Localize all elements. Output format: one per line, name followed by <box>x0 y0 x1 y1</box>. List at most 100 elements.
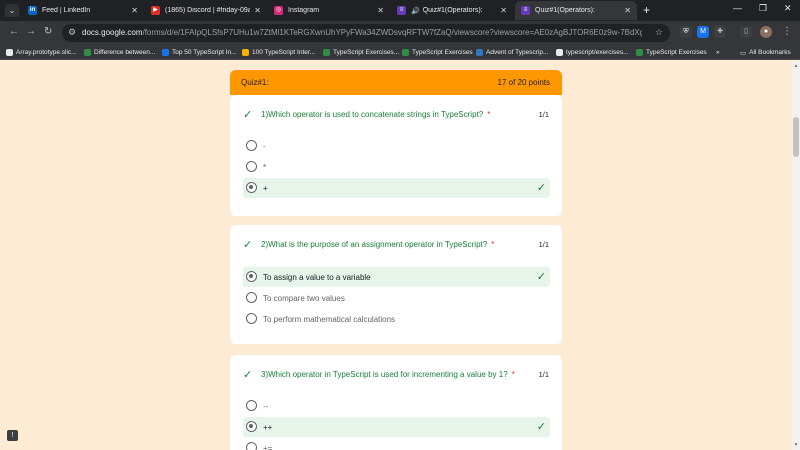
bookmark-item[interactable]: TypeScript Exercises <box>636 47 707 58</box>
url-path: /forms/d/e/1FAIpQLSfsP7UHu1w7ZtMl1KTeRGX… <box>142 28 642 37</box>
radio-button-selected[interactable] <box>246 421 257 432</box>
radio-button-selected[interactable] <box>246 182 257 193</box>
toolbar: ← → ↻ ⚙ docs.google.com/forms/d/e/1FAIpQ… <box>0 21 800 45</box>
tab-title: Instagram <box>288 7 320 14</box>
check-icon: ✓ <box>536 271 546 283</box>
audio-icon[interactable]: 🔊 <box>411 7 420 15</box>
option-row[interactable]: * <box>243 157 550 177</box>
check-icon: ✓ <box>536 182 546 194</box>
more-menu-icon[interactable]: ⋮ <box>782 26 792 37</box>
radio-button[interactable] <box>246 400 257 411</box>
forward-icon[interactable]: → <box>26 26 36 37</box>
close-icon[interactable]: ✕ <box>624 6 631 15</box>
option-row[interactable]: - <box>243 136 550 156</box>
question-label: 1)Which operator is used to concatenate … <box>261 110 484 119</box>
bookmark-favicon-icon <box>476 49 483 56</box>
bookmark-item[interactable]: TypeScript Exercises <box>402 47 473 58</box>
tab-quiz-active[interactable]: ≡ Quiz#1(Operators): ✕ <box>515 1 637 20</box>
extension-shield-icon[interactable]: ⛨ <box>680 26 692 38</box>
radio-button-selected[interactable] <box>246 271 257 282</box>
close-icon[interactable]: ✕ <box>254 6 261 15</box>
required-asterisk: * <box>487 110 491 119</box>
option-label: To assign a value to a variable <box>263 273 371 282</box>
bookmark-item[interactable]: Top 50 TypeScript In... <box>162 47 237 58</box>
forms-icon: ≡ <box>397 6 406 15</box>
tab-search-icon[interactable]: ⌄ <box>5 4 19 17</box>
bookmark-item[interactable]: typescript/exercises... <box>556 47 629 58</box>
bookmark-favicon-icon <box>402 49 409 56</box>
option-label: += <box>263 444 273 450</box>
question-header: ✓ 3)Which operator in TypeScript is used… <box>243 369 551 382</box>
bookmark-item[interactable]: Array.prototype.slic... <box>6 47 77 58</box>
discord-icon: ▶ <box>151 6 160 15</box>
url-host: docs.google.com <box>82 28 143 37</box>
close-icon[interactable]: ✕ <box>131 6 138 15</box>
question-points: 1/1 <box>538 370 549 379</box>
check-icon: ✓ <box>243 109 253 121</box>
check-icon: ✓ <box>536 421 546 433</box>
restore-icon[interactable]: ❐ <box>759 3 767 14</box>
address-bar[interactable]: ⚙ docs.google.com/forms/d/e/1FAIpQLSfsP7… <box>62 24 670 42</box>
tab-title: Quiz#1(Operators): <box>535 7 595 14</box>
page-scrollbar[interactable]: ▲ ▼ <box>792 61 800 450</box>
option-row[interactable]: To perform mathematical calculations <box>243 309 550 329</box>
option-row-correct[interactable]: + ✓ <box>243 178 550 198</box>
all-bookmarks[interactable]: ▭ All Bookmarks <box>740 47 791 58</box>
tab-linkedin[interactable]: in Feed | LinkedIn ✕ <box>22 1 144 20</box>
profile-avatar[interactable]: ● <box>760 26 772 38</box>
reload-icon[interactable]: ↻ <box>44 26 52 37</box>
new-tab-button[interactable]: + <box>643 3 650 17</box>
radio-button[interactable] <box>246 140 257 151</box>
bookmark-item[interactable]: 100 TypeScript Inter... <box>242 47 315 58</box>
tab-discord[interactable]: ▶ (1865) Discord | #friday-09am | ✕ <box>145 1 267 20</box>
radio-button[interactable] <box>246 442 257 450</box>
question-text: 1)Which operator is used to concatenate … <box>261 110 490 119</box>
side-panel-icon[interactable]: ▯ <box>740 26 752 38</box>
bookmark-favicon-icon <box>162 49 169 56</box>
close-icon[interactable]: ✕ <box>377 6 384 15</box>
option-row[interactable]: To compare two values <box>243 288 550 308</box>
scroll-down-icon[interactable]: ▼ <box>792 442 800 448</box>
close-icon[interactable]: ✕ <box>500 6 507 15</box>
window-close-icon[interactable]: ✕ <box>784 3 792 14</box>
question-card: ✓ 2)What is the purpose of an assignment… <box>230 225 562 344</box>
option-row-correct[interactable]: To assign a value to a variable ✓ <box>243 267 550 287</box>
report-feedback-icon[interactable]: ! <box>7 430 18 441</box>
tab-quiz-1[interactable]: ≡ 🔊 Quiz#1(Operators): ✕ <box>391 1 513 20</box>
option-label: -- <box>263 402 269 411</box>
required-asterisk: * <box>511 370 515 379</box>
bookmark-favicon-icon <box>323 49 330 56</box>
bookmark-item[interactable]: TypeScript Exercises... <box>323 47 399 58</box>
extension-m-icon[interactable]: M <box>697 26 709 38</box>
question-points: 1/1 <box>538 240 549 249</box>
scroll-up-icon[interactable]: ▲ <box>792 63 800 69</box>
url-text[interactable]: docs.google.com/forms/d/e/1FAIpQLSfsP7UH… <box>82 28 642 37</box>
quiz-score: 17 of 20 points <box>497 78 550 87</box>
radio-button[interactable] <box>246 292 257 303</box>
bookmark-favicon-icon <box>636 49 643 56</box>
option-row[interactable]: += <box>243 438 550 450</box>
bookmark-star-icon[interactable]: ☆ <box>655 27 663 38</box>
radio-button[interactable] <box>246 313 257 324</box>
radio-button[interactable] <box>246 161 257 172</box>
question-label: 2)What is the purpose of an assignment o… <box>261 240 488 249</box>
bookmark-label: Difference between... <box>94 49 156 56</box>
bookmark-label: Array.prototype.slic... <box>16 49 77 56</box>
option-row-correct[interactable]: ++ ✓ <box>243 417 550 437</box>
extensions-puzzle-icon[interactable]: ✚ <box>714 26 726 38</box>
bookmark-label: TypeScript Exercises... <box>333 49 400 56</box>
bookmarks-bar: Array.prototype.slic... Difference betwe… <box>0 45 800 60</box>
option-label: - <box>263 142 266 151</box>
scrollbar-thumb[interactable] <box>793 117 799 157</box>
site-info-icon[interactable]: ⚙ <box>68 27 76 38</box>
option-label: To perform mathematical calculations <box>263 315 396 324</box>
bookmarks-overflow-icon[interactable]: » <box>716 47 720 58</box>
minimize-icon[interactable]: — <box>733 3 742 13</box>
option-row[interactable]: -- <box>243 396 550 416</box>
bookmark-item[interactable]: Difference between... <box>84 47 155 58</box>
bookmark-item[interactable]: Advent of Typescrip... <box>476 47 548 58</box>
check-icon: ✓ <box>243 369 253 381</box>
tab-title: (1865) Discord | #friday-09am | <box>165 7 251 14</box>
back-icon[interactable]: ← <box>9 26 19 37</box>
tab-instagram[interactable]: ◎ Instagram ✕ <box>268 1 390 20</box>
